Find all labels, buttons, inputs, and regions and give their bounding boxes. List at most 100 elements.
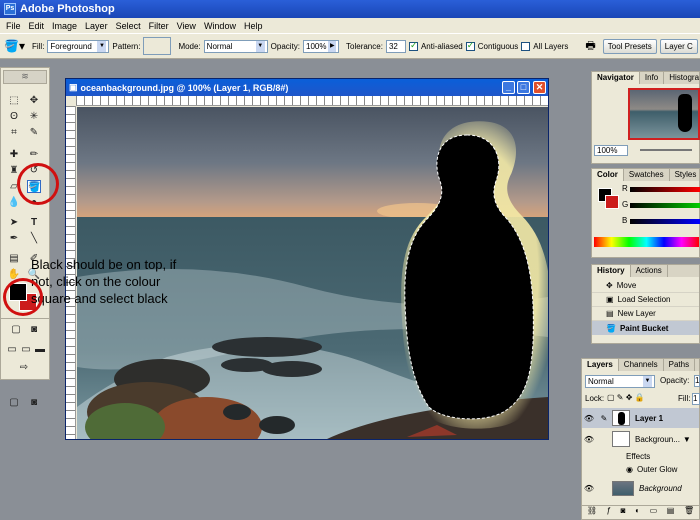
r-slider[interactable] <box>630 187 700 192</box>
anti-aliased-checkbox[interactable] <box>408 40 418 51</box>
layer-name: Backgroun... <box>635 434 680 444</box>
layer-fill-input[interactable]: 1 <box>692 393 700 405</box>
screen-mode-standard-icon[interactable]: ▭ <box>5 343 19 356</box>
pattern-label: Pattern: <box>112 41 141 51</box>
mask-icon[interactable]: ◙ <box>621 506 626 519</box>
contiguous-checkbox[interactable] <box>465 40 475 51</box>
b-slider[interactable] <box>630 219 700 224</box>
pen-tool-icon[interactable]: ✒ <box>7 232 21 245</box>
color-tabs: Color Swatches Styles <box>592 169 699 181</box>
outer-glow-row[interactable]: ◉ Outer Glow <box>612 463 699 476</box>
move-tool-icon[interactable]: ✥ <box>27 94 41 107</box>
magic-wand-tool-icon[interactable]: ✳ <box>27 110 41 123</box>
trash-icon[interactable]: 🗑 <box>684 506 694 519</box>
mode-select[interactable]: Normal ▼ <box>203 39 268 53</box>
type-tool-icon[interactable]: T <box>27 216 41 229</box>
history-item[interactable]: ▣ Load Selection <box>592 293 699 307</box>
tab-styles[interactable]: Styles <box>670 169 700 181</box>
effects-triangle-icon[interactable]: ▼ <box>683 435 691 444</box>
eye-icon[interactable]: 👁 <box>582 414 596 423</box>
tab-info[interactable]: Info <box>640 72 665 84</box>
toolbox-lower: ▢ ◙ ▭ ▭ ▬ ⇨ <box>0 318 50 380</box>
crop-tool-icon[interactable]: ⌗ <box>7 126 21 139</box>
adjustment-icon[interactable]: ◐ <box>635 506 640 519</box>
menu-file[interactable]: File <box>2 21 25 31</box>
brush-tool-icon[interactable]: ✏ <box>27 148 41 161</box>
lasso-tool-icon[interactable]: ʘ <box>7 110 21 123</box>
opacity-input[interactable]: 100% ▶ <box>303 39 340 53</box>
menu-edit[interactable]: Edit <box>25 21 49 31</box>
minimize-button[interactable]: _ <box>502 81 515 94</box>
jump-to-imageready-icon[interactable]: ⇨ <box>17 361 31 374</box>
blend-mode-select[interactable]: Normal ▼ <box>585 375 655 388</box>
document-titlebar[interactable]: ▣ oceanbackground.jpg @ 100% (Layer 1, R… <box>66 79 548 96</box>
layer-style-icon[interactable]: ƒ <box>607 506 611 519</box>
blur-tool-icon[interactable]: 💧 <box>7 196 21 209</box>
navigator-zoom-slider[interactable] <box>640 149 692 151</box>
menu-image[interactable]: Image <box>48 21 81 31</box>
g-slider[interactable] <box>630 203 700 208</box>
tolerance-input[interactable]: 32 <box>385 39 406 53</box>
menu-layer[interactable]: Layer <box>81 21 112 31</box>
fx-eye-icon[interactable]: ◉ <box>626 465 633 474</box>
standard-mode-icon[interactable]: ▢ <box>9 323 23 336</box>
menu-select[interactable]: Select <box>112 21 145 31</box>
fill-select[interactable]: Foreground ▼ <box>47 39 110 53</box>
navigator-bottle-icon <box>678 94 692 132</box>
maximize-button[interactable]: □ <box>517 81 530 94</box>
new-layer-icon[interactable]: ▤ <box>667 506 675 519</box>
tab-color[interactable]: Color <box>592 169 624 181</box>
history-item[interactable]: ▤ New Layer <box>592 307 699 321</box>
tab-actions[interactable]: Actions <box>631 265 668 277</box>
line-tool-icon[interactable]: ╲ <box>27 232 41 245</box>
tab-paths[interactable]: Paths <box>664 359 696 371</box>
menu-view[interactable]: View <box>173 21 200 31</box>
blend-mode-value: Normal <box>588 377 614 386</box>
tab-history[interactable]: History <box>592 265 631 277</box>
layer-effects-row[interactable]: Effects <box>612 450 699 463</box>
healing-brush-tool-icon[interactable]: ✚ <box>7 148 21 161</box>
tab-layers[interactable]: Layers <box>582 359 619 371</box>
path-selection-tool-icon[interactable]: ➤ <box>7 216 21 229</box>
all-layers-checkbox[interactable] <box>521 41 531 51</box>
pattern-picker[interactable] <box>143 37 172 55</box>
menu-filter[interactable]: Filter <box>145 21 173 31</box>
layer-comps-button[interactable]: Layer C <box>659 38 698 54</box>
navigator-thumbnail[interactable] <box>628 88 700 140</box>
slice-tool-icon[interactable]: ✎ <box>27 126 41 139</box>
paint-bucket-preset-icon[interactable]: 🪣▾ <box>4 39 25 53</box>
eye-icon[interactable]: 👁 <box>582 435 596 444</box>
layer-opacity-input[interactable]: 1 <box>694 375 700 387</box>
navigator-zoom-input[interactable]: 100% <box>594 145 628 156</box>
notes-tool-icon[interactable]: ▤ <box>7 252 21 265</box>
tab-channels[interactable]: Channels <box>619 359 664 371</box>
menu-window[interactable]: Window <box>200 21 240 31</box>
history-item-label: New Layer <box>617 309 656 318</box>
new-set-icon[interactable]: ▭ <box>650 506 658 519</box>
layer-row-layer1[interactable]: 👁 ✎ Layer 1 <box>582 408 699 428</box>
tab-navigator[interactable]: Navigator <box>592 72 640 84</box>
color-panel: Color Swatches Styles R G B <box>591 168 700 258</box>
quick-mask-mode-icon[interactable]: ◙ <box>27 323 41 336</box>
layer-row-background-copy[interactable]: 👁 Backgroun... ▼ <box>582 429 699 449</box>
file-browser-icon[interactable]: 🖶 <box>585 37 595 56</box>
screen-mode-full-icon[interactable]: ▬ <box>33 343 47 356</box>
marquee-tool-icon[interactable]: ⬚ <box>7 94 21 107</box>
tab-histogram[interactable]: Histogra <box>664 72 700 84</box>
color-bg-swatch[interactable] <box>605 195 619 209</box>
screen-mode-full-menu-icon[interactable]: ▭ <box>19 343 33 356</box>
mode-label: Mode: <box>178 41 201 51</box>
history-item-active[interactable]: 🪣 Paint Bucket <box>592 321 699 335</box>
layer-row-background[interactable]: 👁 Background <box>582 478 699 498</box>
close-button[interactable]: ✕ <box>533 81 546 94</box>
lock-icons[interactable]: ▢ ✎ ✥ 🔒 <box>607 393 645 402</box>
standard-mode-icon[interactable]: ▢ <box>7 396 21 409</box>
quick-mask-icon[interactable]: ◙ <box>27 396 41 409</box>
menu-help[interactable]: Help <box>240 21 267 31</box>
color-spectrum-bar[interactable] <box>594 237 699 247</box>
link-icon[interactable]: ⛓ <box>587 506 597 519</box>
eye-icon[interactable]: 👁 <box>582 484 596 493</box>
tab-swatches[interactable]: Swatches <box>624 169 670 181</box>
tool-presets-button[interactable]: Tool Presets <box>602 38 657 54</box>
history-item[interactable]: ✥ Move <box>592 279 699 293</box>
